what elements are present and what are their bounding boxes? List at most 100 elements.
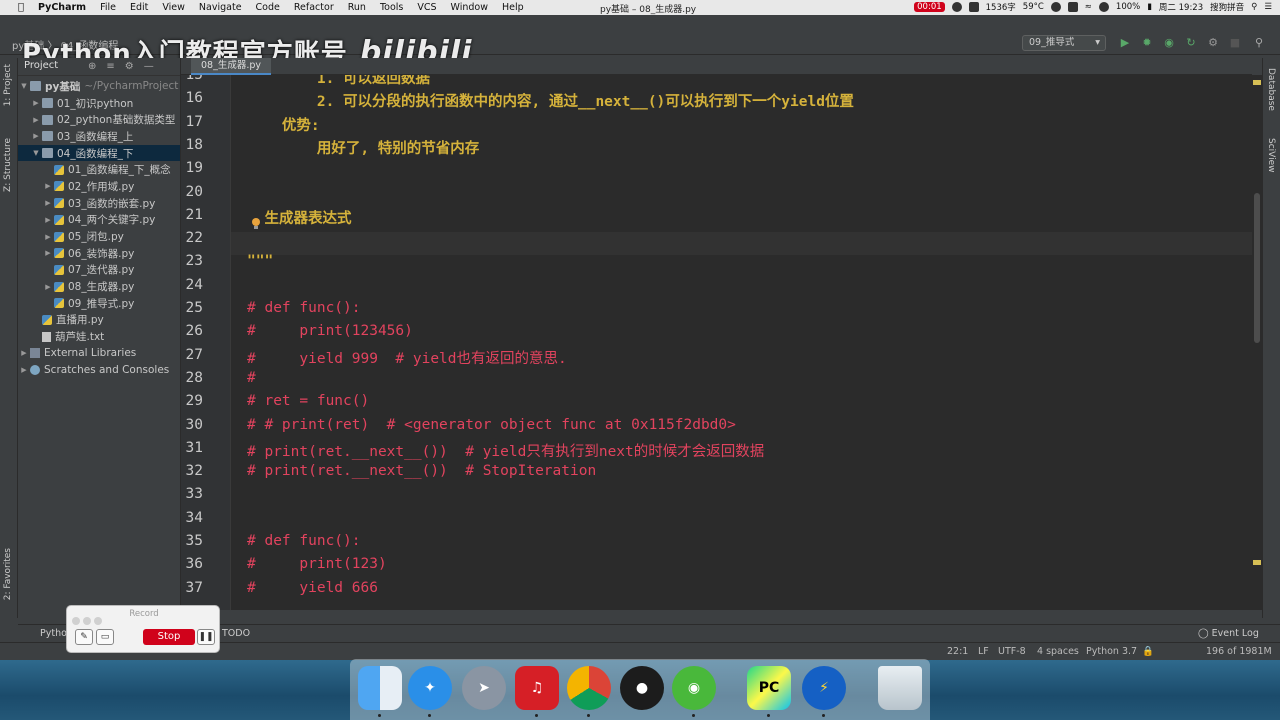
scrollbar-thumb[interactable] (1254, 193, 1260, 343)
code-line[interactable]: # print(123) (247, 556, 387, 572)
caret-position[interactable]: 22:1 (947, 646, 968, 657)
chevron-down-icon[interactable]: ▼ (30, 149, 42, 157)
panel-toolbar-icons[interactable]: ⊕≡⚙— (88, 59, 164, 75)
code-line[interactable]: # print(ret.__next__()) # StopIteration (247, 463, 596, 479)
tree-file-05[interactable]: ▶ 05_闭包.py (18, 228, 180, 245)
apple-icon[interactable]:  (14, 2, 28, 13)
tree-external-libraries[interactable]: ▶ External Libraries (18, 345, 180, 362)
tree-file-02[interactable]: ▶ 02_作用域.py (18, 178, 180, 195)
code-line[interactable]: # yield 666 (247, 580, 378, 596)
chevron-right-icon[interactable]: ▶ (42, 199, 54, 207)
stats-icon[interactable] (951, 2, 962, 12)
tree-file-09[interactable]: 09_推导式.py (18, 295, 180, 312)
chevron-down-icon[interactable]: ▼ (18, 82, 30, 90)
pycharm-icon[interactable]: PC (747, 666, 791, 710)
menu-code[interactable]: Code (256, 2, 280, 13)
code-line[interactable]: # (247, 370, 256, 386)
code-line[interactable]: # print(123456) (247, 323, 413, 339)
warning-marker[interactable] (1253, 80, 1261, 85)
code-line[interactable]: # yield 999 # yield也有返回的意思. (247, 347, 567, 368)
code-line[interactable]: # def func(): (247, 533, 361, 549)
menu-navigate[interactable]: Navigate (199, 2, 242, 13)
chevron-right-icon[interactable]: ▶ (30, 99, 42, 107)
battery-icon[interactable]: ▮ (1147, 2, 1152, 12)
tree-file-07[interactable]: 07_迭代器.py (18, 262, 180, 279)
qq-icon[interactable]: ● (620, 666, 664, 710)
chevron-right-icon[interactable]: ▶ (42, 283, 54, 291)
editor-scrollbar[interactable] (1252, 75, 1262, 610)
chevron-right-icon[interactable]: ▶ (42, 249, 54, 257)
profile-icon[interactable]: ↻ (1184, 36, 1198, 50)
tree-file-01[interactable]: 01_函数编程_下_概念 (18, 161, 180, 178)
chevron-right-icon[interactable]: ▶ (42, 233, 54, 241)
tree-file-04[interactable]: ▶ 04_两个关键字.py (18, 212, 180, 229)
chevron-right-icon[interactable]: ▶ (18, 366, 30, 374)
search-everywhere-icon[interactable]: ⚲ (1252, 36, 1266, 50)
tool-tab-project[interactable]: 1: Project (3, 64, 13, 106)
python-interpreter[interactable]: Python 3.7 (1086, 646, 1137, 657)
code-line[interactable]: 1. 可以返回数据 (247, 75, 430, 88)
menu-refactor[interactable]: Refactor (294, 2, 334, 13)
tree-scratches[interactable]: ▶ Scratches and Consoles (18, 362, 180, 379)
menu-file[interactable]: File (100, 2, 116, 13)
launchpad-icon[interactable]: ➤ (462, 666, 506, 710)
cast-icon[interactable] (1067, 2, 1078, 12)
build-icon[interactable]: ⚙ (1206, 36, 1220, 50)
tool-tab-structure[interactable]: Z: Structure (3, 138, 13, 192)
chevron-right-icon[interactable]: ▶ (30, 116, 42, 124)
code-line[interactable]: 用好了, 特别的节省内存 (247, 137, 479, 158)
chrome-icon[interactable] (567, 666, 611, 710)
tree-item-04[interactable]: ▼ 04_函数编程_下 (18, 144, 180, 162)
code-line[interactable]: # ret = func() (247, 393, 369, 409)
code-line[interactable]: # # print(ret) # <generator object func … (247, 417, 736, 433)
finder-icon[interactable] (358, 666, 402, 710)
chevron-right-icon[interactable]: ▶ (42, 216, 54, 224)
run-config-select[interactable]: 09_推导式 ▾ (1022, 35, 1106, 51)
tool-python-console[interactable]: Pytho (40, 628, 67, 639)
record-time[interactable]: 00:01 (914, 2, 945, 12)
code-line[interactable]: # print(ret.__next__()) # yield只有执行到next… (247, 440, 764, 461)
debug-icon[interactable]: ✹ (1140, 36, 1154, 50)
tool-tab-database[interactable]: Database (1266, 68, 1276, 111)
warning-marker[interactable] (1253, 560, 1261, 565)
chevron-right-icon[interactable]: ▶ (42, 182, 54, 190)
color-wheel-icon[interactable] (1050, 2, 1061, 12)
search-icon[interactable]: ⚲ (1251, 2, 1257, 12)
file-encoding[interactable]: UTF-8 (998, 646, 1026, 657)
menu-vcs[interactable]: VCS (417, 2, 436, 13)
lock-icon[interactable]: 🔒 (1142, 646, 1154, 657)
indent-setting[interactable]: 4 spaces (1037, 646, 1079, 657)
temperature[interactable]: 59°C (1023, 2, 1044, 12)
wifi-icon[interactable]: ≈ (1085, 2, 1092, 12)
tool-event-log[interactable]: ◯ Event Log (1198, 628, 1259, 639)
tree-file-live[interactable]: 直播用.py (18, 312, 180, 329)
menu-run[interactable]: Run (348, 2, 366, 13)
code-line[interactable]: 优势: (247, 114, 320, 135)
tree-item-02[interactable]: ▶ 02_python基础数据类型 (18, 111, 180, 128)
input-method[interactable]: 搜狗拼音 (1210, 1, 1244, 13)
safari-icon[interactable]: ✦ (408, 666, 452, 710)
tree-file-08[interactable]: ▶ 08_生成器.py (18, 278, 180, 295)
netease-music-icon[interactable]: ♫ (515, 666, 559, 710)
tree-file-03[interactable]: ▶ 03_函数的嵌套.py (18, 195, 180, 212)
menu-tools[interactable]: Tools (380, 2, 403, 13)
tool-tab-sciview[interactable]: SciView (1266, 138, 1276, 173)
memory-indicator[interactable]: 196 of 1981M (1206, 646, 1272, 657)
datetime[interactable]: 周二 19:23 (1159, 1, 1203, 13)
tool-todo[interactable]: TODO (222, 628, 250, 639)
code-editor[interactable]: 15 1. 可以返回数据 16 2. 可以分段的执行函数中的内容, 通过__nex… (181, 75, 1252, 610)
menu-app-name[interactable]: PyCharm (38, 2, 86, 13)
chevron-right-icon[interactable]: ▶ (18, 349, 30, 357)
code-line[interactable]: 2. 可以分段的执行函数中的内容, 通过__next__()可以执行到下一个yi… (247, 90, 854, 111)
stop-record-button[interactable]: Stop (143, 629, 195, 645)
editor-tab-active[interactable]: 08_生成器.py (191, 58, 272, 75)
coverage-icon[interactable]: ◉ (1162, 36, 1176, 50)
speaker-icon[interactable] (1098, 2, 1109, 12)
code-line[interactable]: 生成器表达式 (247, 207, 351, 228)
wechat-icon[interactable]: ◉ (672, 666, 716, 710)
control-center-icon[interactable]: ☰ (1264, 2, 1272, 12)
menu-window[interactable]: Window (451, 2, 488, 13)
code-line[interactable]: # def func(): (247, 300, 361, 316)
menu-view[interactable]: View (162, 2, 185, 13)
trash-icon[interactable] (878, 666, 922, 710)
